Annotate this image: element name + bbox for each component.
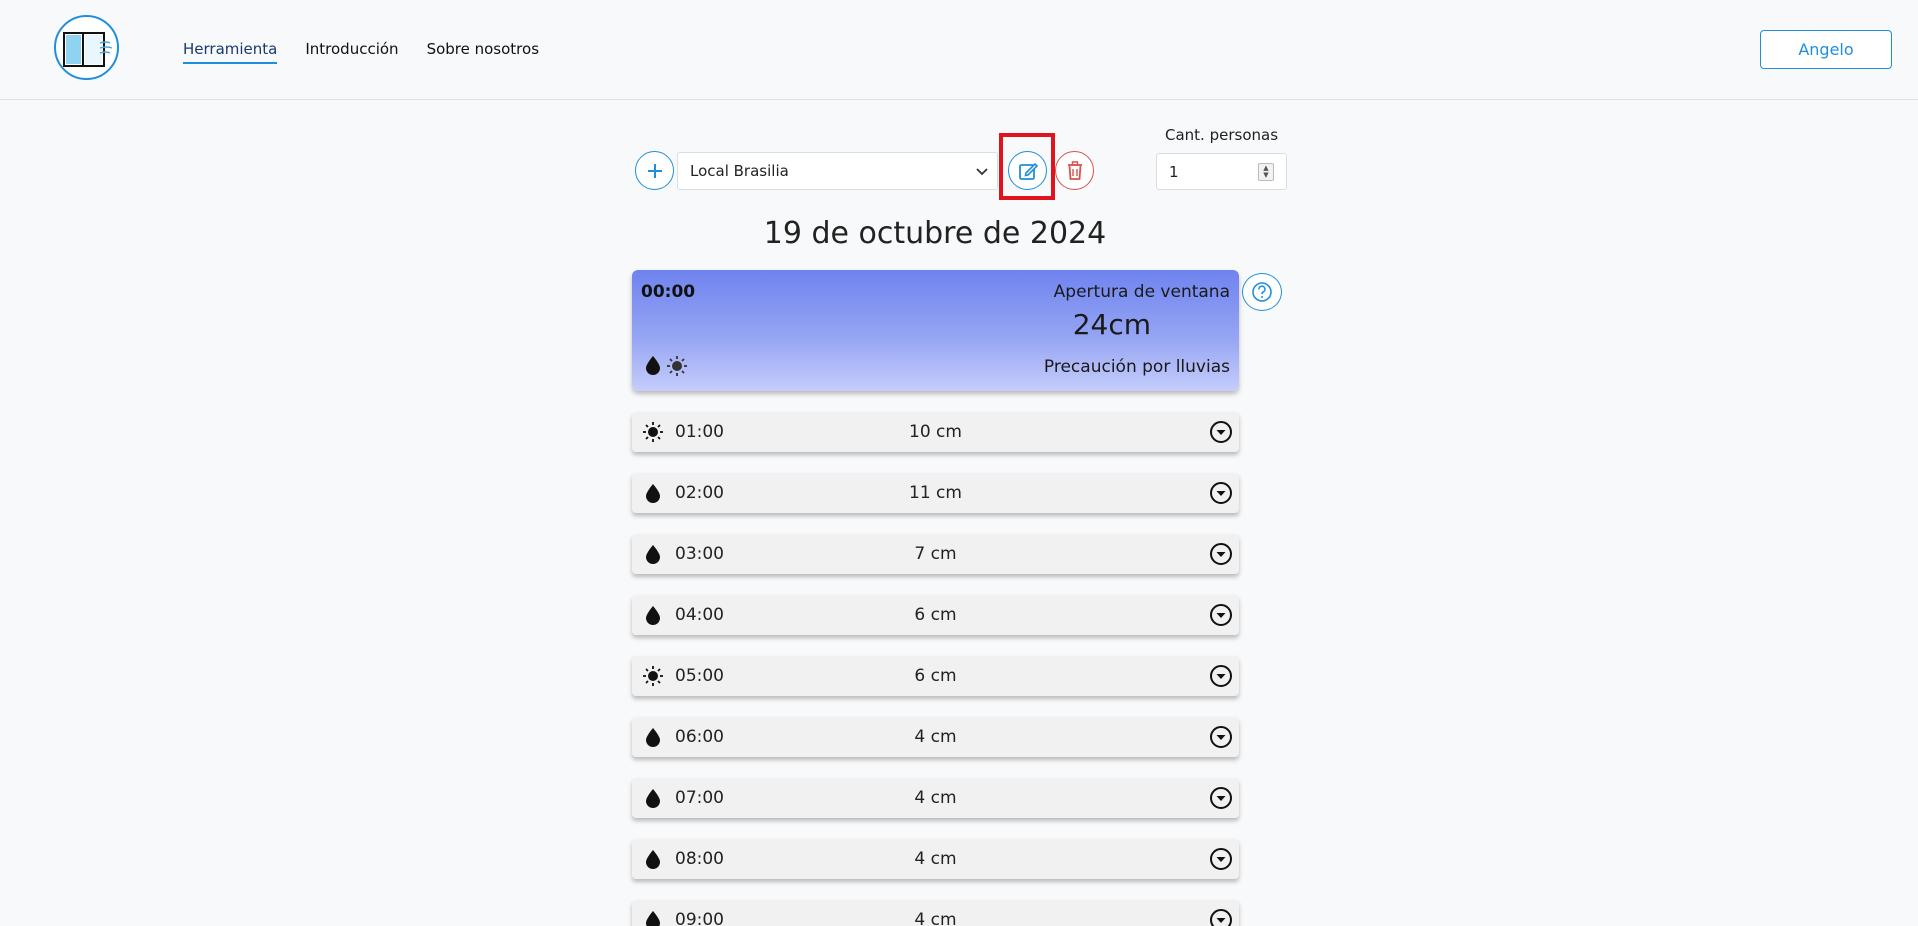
hour-row[interactable]: 06:00 4 cm bbox=[632, 717, 1239, 757]
hour-opening-value: 4 cm bbox=[914, 910, 957, 926]
chevron-down-icon bbox=[1210, 909, 1232, 926]
hour-row[interactable]: 04:00 6 cm bbox=[632, 595, 1239, 635]
chevron-down-icon bbox=[1210, 665, 1232, 687]
hour-row[interactable]: 02:00 11 cm bbox=[632, 473, 1239, 513]
expand-row-button[interactable] bbox=[1209, 420, 1233, 448]
date-title: 19 de octubre de 2024 bbox=[763, 216, 1107, 251]
delete-location-button[interactable] bbox=[1055, 151, 1094, 190]
stepper-down-icon[interactable]: ▼ bbox=[1263, 172, 1268, 179]
plus-icon bbox=[647, 163, 662, 178]
hour-opening-value: 11 cm bbox=[909, 483, 962, 503]
expand-row-button[interactable] bbox=[1209, 908, 1233, 926]
expand-row-button[interactable] bbox=[1209, 725, 1233, 753]
expand-row-button[interactable] bbox=[1209, 603, 1233, 631]
chevron-down-icon bbox=[976, 168, 988, 176]
trash-icon bbox=[1067, 160, 1082, 180]
chevron-down-icon bbox=[1210, 787, 1232, 809]
nav-introduccion[interactable]: Introducción bbox=[305, 40, 398, 64]
location-select[interactable]: Local Brasilia bbox=[677, 152, 998, 190]
rain-warning: Precaución por lluvias bbox=[1043, 357, 1230, 377]
chevron-down-icon bbox=[1210, 726, 1232, 748]
hour-opening-value: 7 cm bbox=[914, 544, 957, 564]
sun-icon bbox=[667, 356, 687, 376]
question-icon bbox=[1252, 282, 1272, 302]
edit-location-button[interactable] bbox=[1008, 151, 1047, 190]
expand-row-button[interactable] bbox=[1209, 786, 1233, 814]
hour-opening-value: 6 cm bbox=[914, 666, 957, 686]
help-button[interactable] bbox=[1242, 273, 1282, 311]
hour-opening-value: 4 cm bbox=[914, 788, 957, 808]
hour-opening-value: 4 cm bbox=[914, 849, 957, 869]
hour-opening-value: 10 cm bbox=[909, 422, 962, 442]
hour-row[interactable]: 08:00 4 cm bbox=[632, 839, 1239, 879]
hour-row[interactable]: 07:00 4 cm bbox=[632, 778, 1239, 818]
expand-row-button[interactable] bbox=[1209, 664, 1233, 692]
persons-value: 1 bbox=[1169, 162, 1179, 181]
edit-icon bbox=[1018, 162, 1038, 180]
current-opening-value: 24cm bbox=[1072, 308, 1151, 341]
hour-opening-value: 4 cm bbox=[914, 727, 957, 747]
current-weather-icons bbox=[644, 355, 688, 377]
current-hour-card: 00:00 Apertura de ventana 24cm Precaució… bbox=[632, 270, 1239, 391]
main-nav: Herramienta Introducción Sobre nosotros bbox=[183, 40, 539, 64]
user-button[interactable]: Angelo bbox=[1760, 30, 1892, 69]
drop-icon bbox=[646, 356, 660, 375]
add-location-button[interactable] bbox=[635, 151, 674, 190]
app-logo[interactable] bbox=[54, 15, 119, 80]
current-time: 00:00 bbox=[641, 282, 696, 302]
chevron-down-icon bbox=[1210, 543, 1232, 565]
chevron-down-icon bbox=[1210, 482, 1232, 504]
expand-row-button[interactable] bbox=[1209, 481, 1233, 509]
top-navbar: Herramienta Introducción Sobre nosotros … bbox=[0, 0, 1918, 100]
persons-label: Cant. personas bbox=[1165, 126, 1279, 144]
hour-row[interactable]: 01:00 10 cm bbox=[632, 412, 1239, 452]
hour-row[interactable]: 09:00 4 cm bbox=[632, 900, 1239, 926]
window-logo-icon bbox=[63, 32, 113, 67]
chevron-down-icon bbox=[1210, 848, 1232, 870]
hour-row[interactable]: 05:00 6 cm bbox=[632, 656, 1239, 696]
hour-opening-value: 6 cm bbox=[914, 605, 957, 625]
chevron-down-icon bbox=[1210, 604, 1232, 626]
location-select-value: Local Brasilia bbox=[690, 162, 789, 180]
chevron-down-icon bbox=[1210, 421, 1232, 443]
expand-row-button[interactable] bbox=[1209, 847, 1233, 875]
hour-row[interactable]: 03:00 7 cm bbox=[632, 534, 1239, 574]
persons-input[interactable]: 1 ▲ ▼ bbox=[1156, 153, 1287, 190]
nav-herramienta[interactable]: Herramienta bbox=[183, 40, 278, 64]
current-label: Apertura de ventana bbox=[1053, 282, 1230, 302]
nav-sobre-nosotros[interactable]: Sobre nosotros bbox=[427, 40, 539, 64]
page: Herramienta Introducción Sobre nosotros … bbox=[0, 0, 1918, 926]
persons-stepper[interactable]: ▲ ▼ bbox=[1258, 163, 1274, 181]
expand-row-button[interactable] bbox=[1209, 542, 1233, 570]
